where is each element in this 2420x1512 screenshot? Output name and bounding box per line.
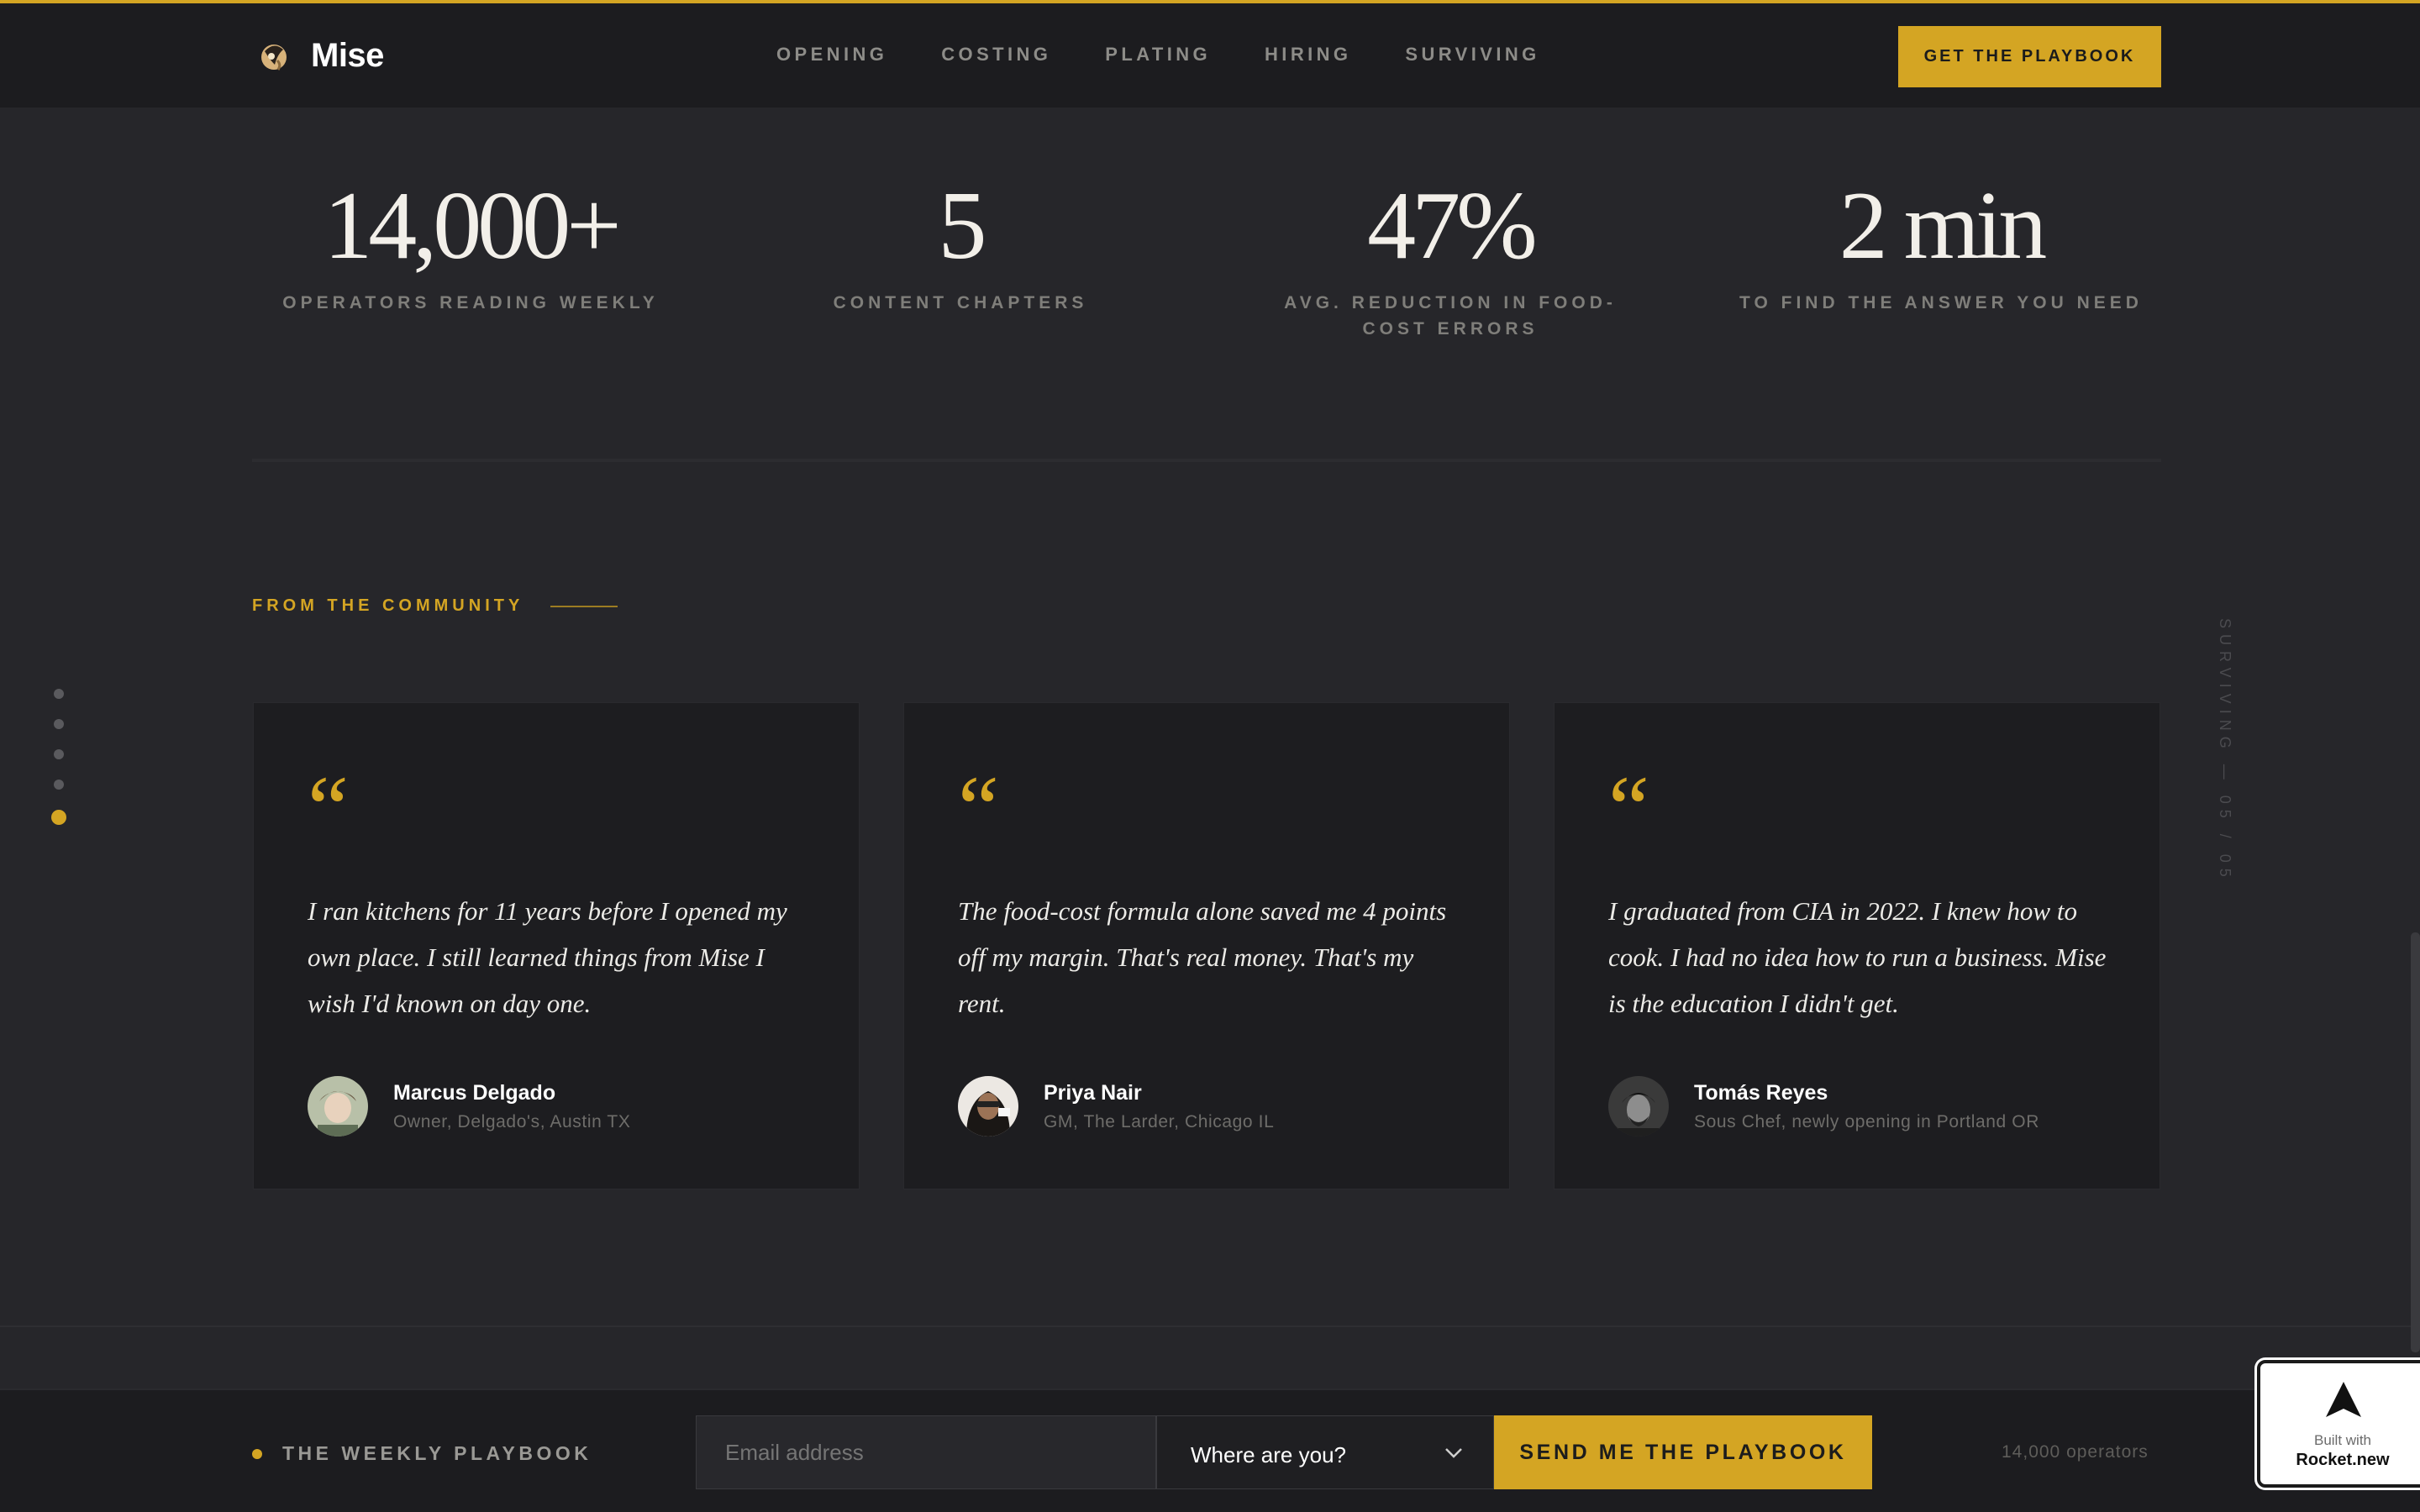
nav-link-opening[interactable]: OPENING <box>776 44 887 66</box>
author-name: Priya Nair <box>1044 1080 1142 1105</box>
bullet-dot-icon <box>252 1448 262 1459</box>
section-dot-3[interactable] <box>54 749 64 759</box>
section-dot-2[interactable] <box>54 719 64 729</box>
stat-reduction: 47% AVG. REDUCTION IN FOOD-COST ERRORS <box>1232 168 1669 342</box>
stat-label: OPERATORS READING WEEKLY <box>282 293 659 313</box>
top-navigation: Mise OPENING COSTING PLATING HIRING SURV… <box>0 3 2420 108</box>
eyebrow-line <box>550 605 618 607</box>
select-value: Where are you? <box>1191 1441 1346 1467</box>
stat-label: TO FIND THE ANSWER YOU NEED <box>1739 293 2143 313</box>
stat-value: 47% <box>1367 172 1538 280</box>
avatar <box>308 1076 368 1137</box>
get-playbook-button[interactable]: GET THE PLAYBOOK <box>1898 26 2161 87</box>
testimonial-card: “ I ran kitchens for 11 years before I o… <box>253 702 860 1189</box>
badge-brand: Rocket.new <box>2296 1451 2390 1469</box>
testimonial-quote: I graduated from CIA in 2022. I knew how… <box>1608 896 2107 1018</box>
chevron-down-icon <box>1444 1443 1463 1462</box>
stat-time: 2 min TO FIND THE ANSWER YOU NEED <box>1723 168 2160 316</box>
nav-link-plating[interactable]: PLATING <box>1105 44 1211 66</box>
rocket-icon <box>2324 1380 2363 1420</box>
section-dot-1[interactable] <box>54 689 64 699</box>
logo[interactable]: Mise <box>257 37 384 75</box>
author-name: Marcus Delgado <box>393 1080 556 1105</box>
stat-value: 2 min <box>1839 172 2047 280</box>
built-with-rocket-badge[interactable]: Built with Rocket.new <box>2257 1360 2420 1488</box>
scrollbar-thumb[interactable] <box>2411 932 2420 1352</box>
newsletter-label: THE WEEKLY PLAYBOOK <box>252 1442 592 1465</box>
nav-link-surviving[interactable]: SURVIVING <box>1405 44 1539 66</box>
testimonial-card: “ I graduated from CIA in 2022. I knew h… <box>1554 702 2160 1189</box>
author-role: Sous Chef, newly opening in Portland OR <box>1694 1111 2039 1131</box>
subscriber-count: 14,000 operators <box>2002 1442 2149 1462</box>
badge-caption: Built with <box>2313 1432 2372 1448</box>
testimonial-author: Tomás Reyes Sous Chef, newly opening in … <box>1608 1076 2039 1137</box>
stat-label: AVG. REDUCTION IN FOOD-COST ERRORS <box>1284 293 1617 339</box>
nav-link-hiring[interactable]: HIRING <box>1265 44 1351 66</box>
quote-mark-icon: “ <box>958 757 999 859</box>
testimonial-author: Marcus Delgado Owner, Delgado's, Austin … <box>308 1076 630 1137</box>
author-name: Tomás Reyes <box>1694 1080 1828 1105</box>
community-eyebrow: FROM THE COMMUNITY <box>252 596 618 616</box>
stat-value: 14,000+ <box>324 172 621 280</box>
testimonial-card: “ The food-cost formula alone saved me 4… <box>903 702 1510 1189</box>
stat-chapters: 5 CONTENT CHAPTERS <box>742 168 1179 316</box>
send-playbook-button[interactable]: SEND ME THE PLAYBOOK <box>1494 1415 1872 1489</box>
stat-label: CONTENT CHAPTERS <box>833 293 1088 313</box>
testimonial-quote: I ran kitchens for 11 years before I ope… <box>308 896 787 1018</box>
section-divider <box>0 1326 2420 1327</box>
stat-operators: 14,000+ OPERATORS READING WEEKLY <box>252 168 689 316</box>
testimonial-quote: The food-cost formula alone saved me 4 p… <box>958 896 1447 1018</box>
section-indicator: SURVIVING — 05 / 05 <box>2217 618 2233 883</box>
avatar <box>1608 1076 1669 1137</box>
newsletter-title: THE WEEKLY PLAYBOOK <box>282 1442 592 1464</box>
section-dot-5-active[interactable] <box>51 810 66 825</box>
quote-mark-icon: “ <box>308 757 349 859</box>
brand-name: Mise <box>311 37 384 74</box>
logo-icon <box>257 39 291 73</box>
email-field[interactable] <box>696 1415 1156 1489</box>
stat-value: 5 <box>938 172 987 280</box>
nav-links: OPENING COSTING PLATING HIRING SURVIVING <box>776 44 1594 66</box>
section-dots <box>51 689 66 845</box>
quote-mark-icon: “ <box>1608 757 1649 859</box>
avatar <box>958 1076 1018 1137</box>
location-select[interactable]: Where are you? <box>1156 1415 1494 1489</box>
section-divider <box>252 459 2161 462</box>
eyebrow-text: FROM THE COMMUNITY <box>252 596 524 615</box>
author-role: GM, The Larder, Chicago IL <box>1044 1111 1275 1131</box>
author-role: Owner, Delgado's, Austin TX <box>393 1111 631 1131</box>
testimonial-author: Priya Nair GM, The Larder, Chicago IL <box>958 1076 1274 1137</box>
nav-link-costing[interactable]: COSTING <box>941 44 1051 66</box>
newsletter-bar: THE WEEKLY PLAYBOOK Where are you? SEND … <box>0 1389 2420 1512</box>
section-dot-4[interactable] <box>54 780 64 790</box>
